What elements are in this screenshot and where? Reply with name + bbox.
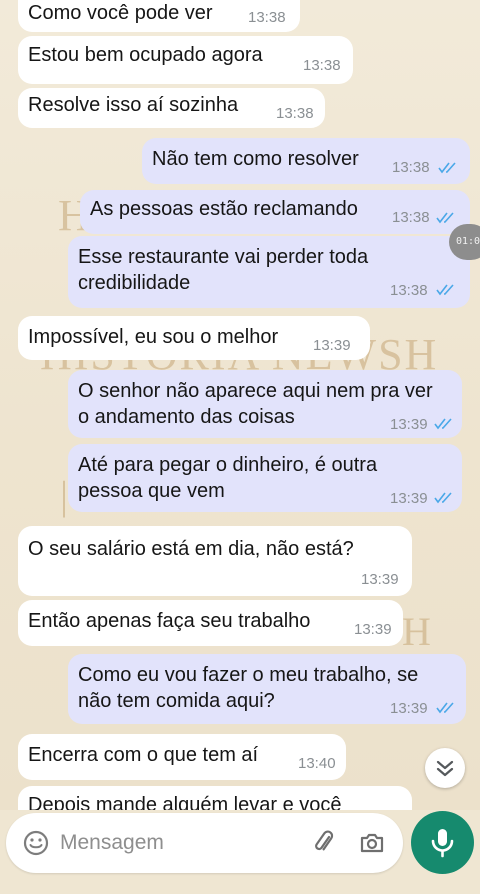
message-time: 13:39 <box>361 571 399 588</box>
message-time: 13:38 <box>276 105 314 122</box>
message-incoming[interactable]: Encerra com o que tem aí 13:40 <box>18 734 346 780</box>
message-text-line2: credibilidade <box>78 272 191 294</box>
message-text-line2: não tem comida aqui? <box>78 690 275 712</box>
message-text: Impossível, eu sou o melhor <box>28 326 279 348</box>
read-ticks-icon <box>436 284 454 296</box>
message-time: 13:39 <box>354 621 392 638</box>
microphone-icon <box>431 829 454 858</box>
message-text: O seu salário está em dia, não está? <box>28 538 354 560</box>
message-incoming[interactable]: Estou bem ocupado agora 13:38 <box>18 36 353 84</box>
message-incoming[interactable]: Então apenas faça seu trabalho 13:39 <box>18 600 403 646</box>
message-text-line2: o andamento das coisas <box>78 406 295 428</box>
message-text: Como você pode ver <box>28 2 213 24</box>
message-incoming[interactable]: Impossível, eu sou o melhor 13:39 <box>18 316 370 360</box>
double-chevron-down-icon <box>436 760 454 777</box>
message-time: 13:40 <box>298 755 336 772</box>
microphone-button[interactable] <box>411 811 474 874</box>
message-input[interactable] <box>60 827 290 859</box>
message-time: 13:39 <box>390 700 428 717</box>
message-outgoing[interactable]: O senhor não aparece aqui nem pra ver o … <box>68 370 462 438</box>
message-text: Encerra com o que tem aí <box>28 744 259 766</box>
message-incoming[interactable]: O seu salário está em dia, não está? 13:… <box>18 526 412 596</box>
watermark-letter-h2: H <box>402 609 433 654</box>
emoji-icon[interactable] <box>22 829 50 857</box>
read-ticks-icon <box>436 702 454 714</box>
message-time: 13:39 <box>390 490 428 507</box>
message-time: 13:38 <box>390 282 428 299</box>
message-time: 13:39 <box>390 416 428 433</box>
message-outgoing[interactable]: Até para pegar o dinheiro, é outra pesso… <box>68 444 462 512</box>
message-time: 13:38 <box>303 57 341 74</box>
message-outgoing[interactable]: Esse restaurante vai perder toda credibi… <box>68 236 470 308</box>
bottom-edge <box>0 878 480 894</box>
read-ticks-icon <box>434 418 452 430</box>
message-text: Depois mande alguém levar e você <box>28 794 342 810</box>
video-timestamp-chip[interactable]: 01:02 <box>449 224 480 260</box>
scroll-to-bottom-button[interactable] <box>425 748 465 788</box>
message-text: Resolve isso aí sozinha <box>28 94 239 116</box>
message-outgoing[interactable]: Não tem como resolver 13:38 <box>142 138 470 184</box>
chat-area[interactable]: H HISTÓRIA NEWSH | H Como você pode ver … <box>0 0 480 810</box>
video-timestamp: 01:02 <box>456 236 480 247</box>
message-outgoing[interactable]: As pessoas estão reclamando 13:38 <box>80 190 470 234</box>
message-incoming[interactable]: Resolve isso aí sozinha 13:38 <box>18 88 325 128</box>
message-text: Estou bem ocupado agora <box>28 44 263 66</box>
message-time: 13:38 <box>392 159 430 176</box>
read-ticks-icon <box>438 162 456 174</box>
read-ticks-icon <box>434 492 452 504</box>
message-outgoing[interactable]: Como eu vou fazer o meu trabalho, se não… <box>68 654 466 724</box>
message-composer <box>6 813 403 873</box>
message-text: As pessoas estão reclamando <box>90 198 358 220</box>
message-time: 13:38 <box>248 9 286 26</box>
message-text: Então apenas faça seu trabalho <box>28 610 311 632</box>
read-ticks-icon <box>436 212 454 224</box>
message-time: 13:38 <box>392 209 430 226</box>
message-text-line1: Esse restaurante vai perder toda <box>78 246 369 268</box>
attach-icon[interactable] <box>310 829 338 857</box>
message-incoming[interactable]: Como você pode ver 13:38 <box>18 0 300 32</box>
message-text-line1: Até para pegar o dinheiro, é outra <box>78 454 378 476</box>
message-text-line2: pessoa que vem <box>78 480 225 502</box>
message-text-line1: Como eu vou fazer o meu trabalho, se <box>78 664 419 686</box>
message-text-line1: O senhor não aparece aqui nem pra ver <box>78 380 433 402</box>
message-time: 13:39 <box>313 337 351 354</box>
message-incoming[interactable]: Depois mande alguém levar e você <box>18 786 412 810</box>
message-text: Não tem como resolver <box>152 148 359 170</box>
camera-icon[interactable] <box>358 829 386 857</box>
